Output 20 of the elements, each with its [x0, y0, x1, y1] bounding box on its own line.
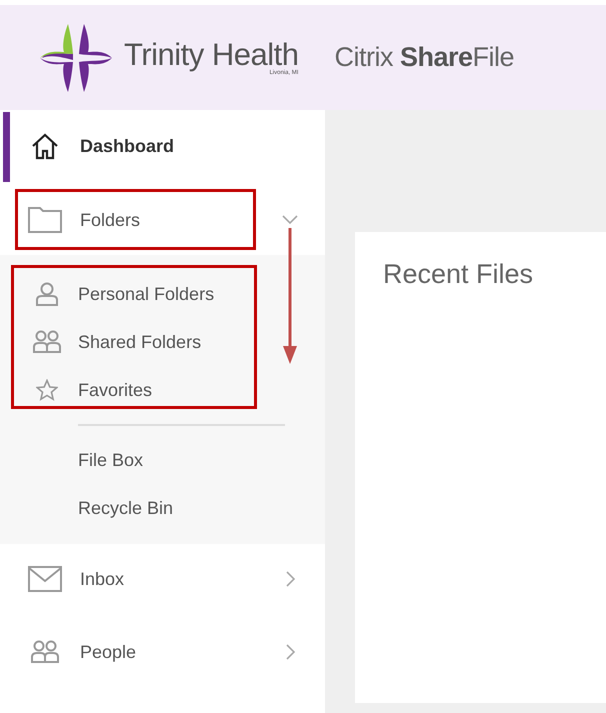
section-title: Recent Files: [383, 258, 534, 291]
folder-icon: [28, 207, 62, 233]
sidebar-item[interactable]: Inbox: [0, 544, 325, 614]
sidebar-item[interactable]: Dashboard: [0, 110, 325, 182]
submenu-item[interactable]: Favorites: [0, 366, 325, 414]
sidebar-item[interactable]: People: [0, 616, 325, 688]
product-name: Citrix ShareFile: [334, 41, 514, 74]
submenu-item[interactable]: File Box: [0, 436, 325, 484]
home-icon: [31, 132, 59, 160]
brand-name: Trinity Health: [124, 39, 298, 70]
person-icon: [36, 282, 58, 306]
submenu-item[interactable]: Personal Folders: [0, 270, 325, 318]
submenu-item[interactable]: Shared Folders: [0, 318, 325, 366]
people-icon: [33, 330, 61, 354]
mail-icon: [28, 566, 62, 592]
people-icon: [31, 640, 59, 664]
submenu-item[interactable]: Recycle Bin: [0, 484, 325, 532]
sidebar-item[interactable]: Folders: [0, 185, 325, 255]
selection-indicator: [3, 112, 10, 182]
star-icon: [36, 379, 58, 401]
